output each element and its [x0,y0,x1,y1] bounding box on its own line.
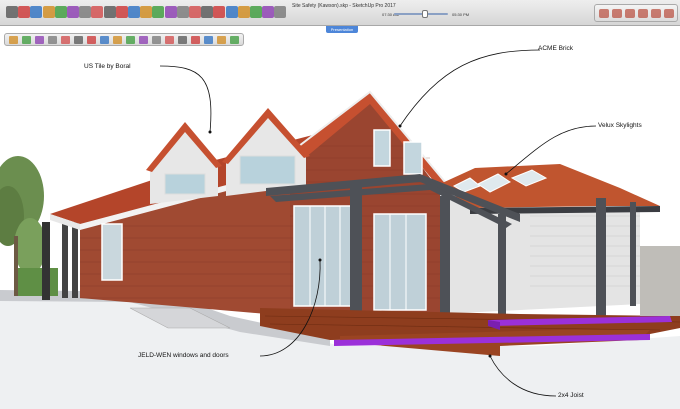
pencil-icon[interactable] [30,6,43,18]
secondary-tool-icon[interactable] [139,36,148,44]
gable-window [373,129,391,167]
eraser-icon[interactable] [18,6,31,18]
rotate-icon[interactable] [91,6,104,18]
secondary-tool-icon[interactable] [74,36,83,44]
shadow-slider-knob[interactable] [422,10,428,18]
annotation-brick: ACME Brick [538,45,574,52]
view-icon[interactable] [651,9,661,18]
zoom-icon[interactable] [201,6,214,18]
paint-bucket-icon[interactable] [164,6,177,18]
annotation-joist: 2x4 Joist [558,392,584,399]
offset-icon[interactable] [115,6,128,18]
secondary-tool-icon[interactable] [113,36,122,44]
secondary-toolbar [4,33,244,46]
push-pull-icon[interactable] [67,6,79,18]
scale-icon[interactable] [103,6,116,18]
scene-tab-presentation[interactable]: Presentation [326,26,358,33]
extension-icon[interactable] [237,6,250,18]
secondary-tool-icon[interactable] [126,36,135,44]
text-icon[interactable] [140,6,153,18]
view-icon[interactable] [599,9,609,18]
arc-icon[interactable] [42,6,55,18]
layout-icon[interactable] [250,6,262,18]
secondary-tool-icon[interactable] [152,36,161,44]
tape-measure-icon[interactable] [128,6,140,18]
secondary-tool-icon[interactable] [191,36,200,44]
shape-icon[interactable] [54,6,67,18]
secondary-tool-icon[interactable] [9,36,18,44]
side-window [101,223,123,281]
move-icon[interactable] [79,6,92,18]
protractor-icon[interactable] [152,6,165,18]
pan-icon[interactable] [189,6,201,18]
secondary-tool-icon[interactable] [217,36,226,44]
annotation-skylights: Velux Skylights [598,122,642,129]
warehouse-icon[interactable] [225,6,238,18]
title-toolbar: Site Safety (Kawson).skp - SketchUp Pro … [0,0,680,26]
view-icon[interactable] [638,9,648,18]
orbit-icon[interactable] [176,6,189,18]
secondary-tool-icon[interactable] [204,36,213,44]
secondary-tool-icon[interactable] [100,36,109,44]
view-icon[interactable] [664,9,674,18]
hedge [18,268,58,296]
porch-post [42,222,50,300]
secondary-tool-icon[interactable] [230,36,239,44]
style-icon[interactable] [274,6,287,18]
secondary-tool-icon[interactable] [35,36,44,44]
window-title: Site Safety (Kawson).skp - SketchUp Pro … [292,3,396,9]
fence [640,246,680,316]
views-toolbar [594,4,678,22]
secondary-tool-icon[interactable] [87,36,96,44]
annotation-windows: JELD-WEN windows and doors [138,352,229,359]
glazed-doors-right [373,213,427,311]
view-icon[interactable] [612,9,622,18]
select-icon[interactable] [6,6,18,18]
shadow-icon[interactable] [262,6,275,18]
secondary-tool-icon[interactable] [48,36,57,44]
secondary-tool-icon[interactable] [22,36,31,44]
secondary-tool-icon[interactable] [61,36,70,44]
model-viewport[interactable] [0,46,680,409]
shadow-time-slider[interactable] [394,13,448,15]
secondary-tool-icon[interactable] [178,36,187,44]
annotation-tile: US Tile by Boral [84,63,131,70]
shadow-time-end: 05:30 PM [452,12,470,17]
zoom-extents-icon[interactable] [213,6,226,18]
secondary-tool-icon[interactable] [165,36,174,44]
sketchup-window: Site Safety (Kawson).skp - SketchUp Pro … [0,0,680,409]
view-icon[interactable] [625,9,635,18]
